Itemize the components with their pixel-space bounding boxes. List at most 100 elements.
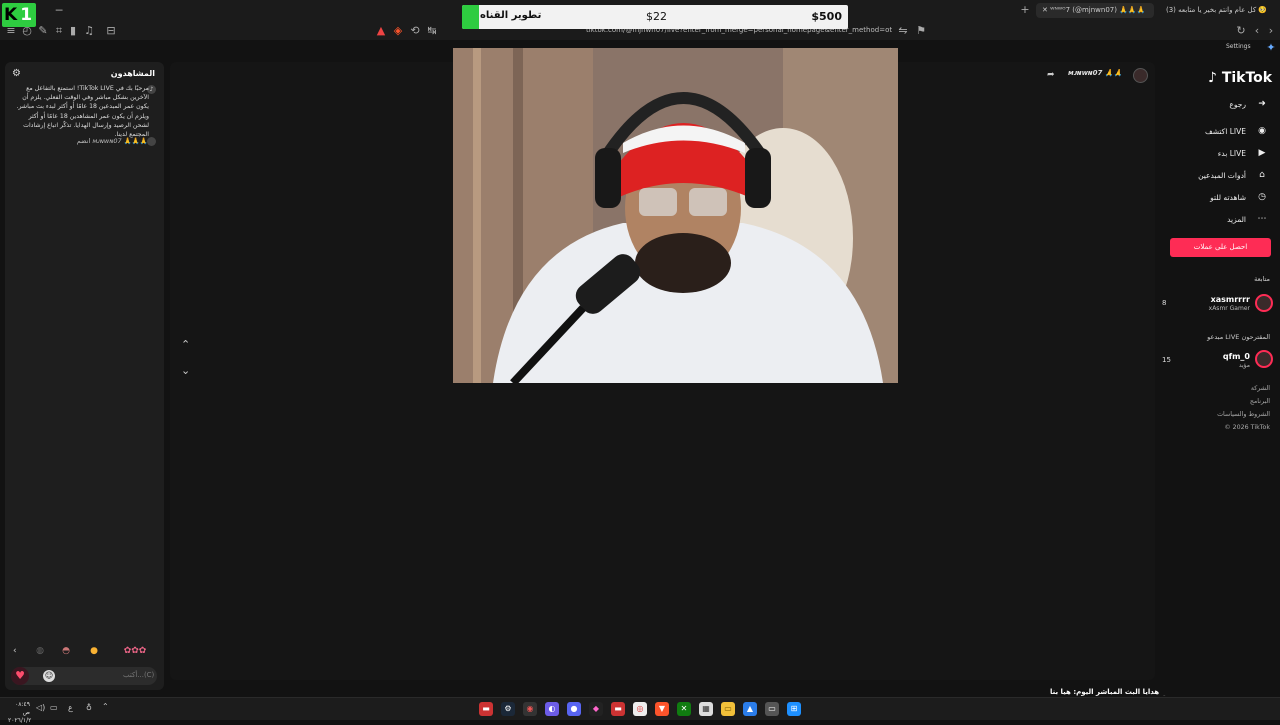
chat-input[interactable]: ☺ أكتب...(C) [11,667,157,685]
host-name[interactable]: ᴍᴊɴᴡɴ07 🙏🙏 [1068,69,1122,77]
chevron-down-icon[interactable]: ⌄ [181,364,190,377]
discord-icon[interactable]: ◐ [545,702,559,716]
footer-link-program[interactable]: البرنامج [1250,398,1270,405]
live-video[interactable] [453,48,898,383]
nav-recently-watched[interactable]: شاهدته للتو [1210,193,1246,202]
ai-icon[interactable]: ✦ [1264,41,1278,55]
minimize-icon[interactable]: ─ [52,4,66,18]
suggested-section-label: مبدعو LIVE المقترحون [1207,333,1270,341]
footer-link-company[interactable]: الشركة [1251,385,1270,392]
screenshot-icon[interactable]: ⌗ [52,24,66,38]
calendar-icon[interactable]: ▦ [699,702,713,716]
nav-back[interactable]: رجوع [1229,100,1246,109]
reload-icon[interactable]: ↻ [1234,24,1248,38]
heart-icon[interactable]: ♥ [11,667,29,685]
capcut-icon[interactable]: ◆ [589,702,603,716]
goal-progress-fill [462,5,479,29]
brave-icon[interactable]: ▼ [655,702,669,716]
smile-icon[interactable]: ● [87,644,101,658]
folder-icon[interactable]: ▭ [721,702,735,716]
monitor-icon[interactable]: ▭ [765,702,779,716]
viewer-count: 8 [1162,299,1167,307]
nav-explore-live[interactable]: اكتشف LIVE [1205,127,1246,136]
settings-label[interactable]: Settings [1226,43,1251,50]
welcome-message: مرحبًا بك في TikTok LIVE! استمتع بالتفاع… [16,85,149,139]
chat-placeholder: أكتب...(C) [123,671,155,679]
extension-icon[interactable]: ✎ [36,24,50,38]
viewer-count: 15 [1162,356,1171,364]
account-subtitle: مؤيد [1238,362,1250,369]
read-icon[interactable]: ↹ [425,24,439,38]
footer-link-terms[interactable]: الشروط والسياسات [1217,411,1270,418]
app-icon[interactable]: ● [567,702,581,716]
footer-copyright: © 2026 TikTok [1224,424,1270,431]
emoji-icon[interactable]: ☺ [43,670,55,682]
warning-icon[interactable]: ▲ [374,24,388,38]
translate-icon[interactable]: ⟲ [408,24,422,38]
account-name[interactable]: qfm_0 [1223,352,1250,361]
sidebar-icon[interactable]: ▮ [66,24,80,38]
goal-title: تطوير القناه [480,10,542,21]
new-tab-icon[interactable]: + [1018,3,1032,17]
chevron-up-icon[interactable]: ⌃ [181,338,190,351]
taskbar: ٠٨:٤٩ ص ٢٠٢٦/١/٢ ◁) ▭ ع ♁ ⌃ ▬ ⚙ ◉ ◐ ● ◆ ▬… [0,697,1280,724]
nav-start-live[interactable]: بدء LIVE [1218,149,1246,158]
following-section-label: متابعة [1254,275,1270,283]
home-icon[interactable]: ⌂ [1256,169,1268,181]
back-arrow-icon[interactable]: ➜ [1256,98,1268,110]
photos-icon[interactable]: ▲ [743,702,757,716]
drop-icon[interactable]: ◍ [33,644,47,658]
mic-icon[interactable]: ♁ [86,703,92,712]
gift-row: ◍ ◓ ● ✿✿✿ [31,642,177,660]
nav-more[interactable]: المزيد [1227,215,1246,224]
host-avatar[interactable] [1133,68,1148,83]
chevron-up-icon[interactable]: ⌃ [102,702,109,711]
user-avatar[interactable] [147,137,156,146]
account-avatar[interactable] [1255,350,1273,368]
hat-icon[interactable]: ◓ [59,644,73,658]
stream-goal-bar: تطوير القناه $22 $500 [462,5,848,29]
video-editor-icon[interactable]: ▬ [479,702,493,716]
goal-current-amount: $22 [646,10,667,23]
media-icon[interactable]: ▬ [611,702,625,716]
obs-icon[interactable]: ◉ [523,702,537,716]
reader-mode-icon[interactable]: ⇋ [896,24,910,38]
nav-creator-tools[interactable]: أدوات المبدعين [1198,171,1246,180]
flower-icon[interactable]: ✿✿✿ [115,644,155,658]
forward-icon[interactable]: › [1264,24,1278,38]
tab-youtube[interactable]: (3) كل عام وانتم بخير يا متابعه 🥺 [1160,3,1272,18]
clock[interactable]: ٠٨:٤٩ ص ٢٠٢٦/١/٢ [8,701,31,725]
join-message: انضم ᴍᴊɴᴡɴ07 🙏🙏🙏 [76,137,148,145]
get-coins-button[interactable]: احصل على عملات [1170,238,1271,257]
tab-tiktok-live[interactable]: ✕ ᵂᴺᵂᴼ7 (@mjnwn07) 🙏🙏🙏 [1036,3,1154,18]
chat-title: المشاهدون [110,69,155,78]
history-icon[interactable]: ◴ [20,24,34,38]
clock-icon[interactable]: ◷ [1256,191,1268,203]
gear-icon[interactable]: ⚙ [12,68,21,79]
wifi-icon[interactable]: ▭ [50,703,58,712]
live-icon[interactable]: ◉ [1256,125,1268,137]
chrome-icon[interactable]: ◎ [633,702,647,716]
account-subtitle: xAsmr Gamer [1208,305,1250,312]
steam-icon[interactable]: ⚙ [501,702,515,716]
music-icon[interactable]: ♫ [82,24,96,38]
volume-icon[interactable]: ◁) [36,703,45,712]
account-name[interactable]: xasmrrrr [1211,295,1250,304]
chat-panel: المشاهدون ⚙ ♪ مرحبًا بك في TikTok LIVE! … [5,62,164,690]
chevron-left-icon[interactable]: ‹ [13,646,17,656]
goal-target-amount: $500 [811,10,842,23]
xbox-icon[interactable]: ✕ [677,702,691,716]
split-view-icon[interactable]: ⊟ [104,24,118,38]
windows-start-icon[interactable]: ⊞ [787,702,801,716]
share-icon[interactable]: ➦ [1047,70,1055,80]
language-indicator[interactable]: ع [68,703,73,712]
bookmark-icon[interactable]: ⚑ [914,24,928,38]
back-icon[interactable]: ‹ [1250,24,1264,38]
streamer-video-frame [453,48,898,383]
tiktok-logo[interactable]: ♪ TikTok [1208,70,1272,86]
menu-icon[interactable]: ≡ [4,24,18,38]
camera-icon[interactable]: ▶ [1256,147,1268,159]
account-avatar[interactable] [1255,294,1273,312]
more-icon[interactable]: ⋯ [1256,213,1268,225]
brave-shield-icon[interactable]: ◈ [391,24,405,38]
